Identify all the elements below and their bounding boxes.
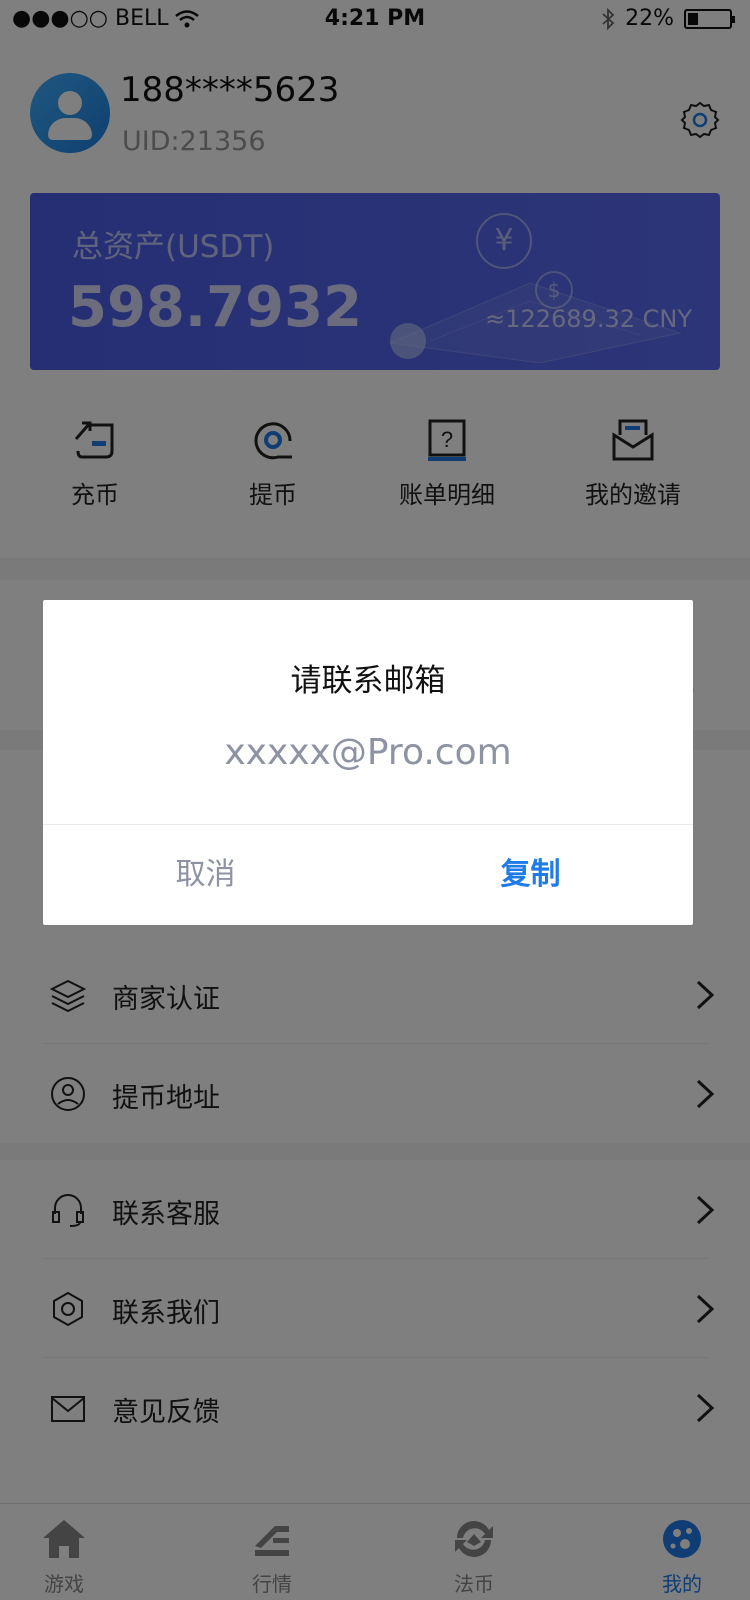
copy-button[interactable]: 复制 [368,825,693,925]
cancel-button[interactable]: 取消 [43,825,368,925]
dialog-title: 请联系邮箱 [290,663,446,699]
contact-email-dialog: 请联系邮箱 xxxxx@Pro.com 取消 复制 [43,600,693,925]
dialog-email: xxxxx@Pro.com [224,732,512,773]
